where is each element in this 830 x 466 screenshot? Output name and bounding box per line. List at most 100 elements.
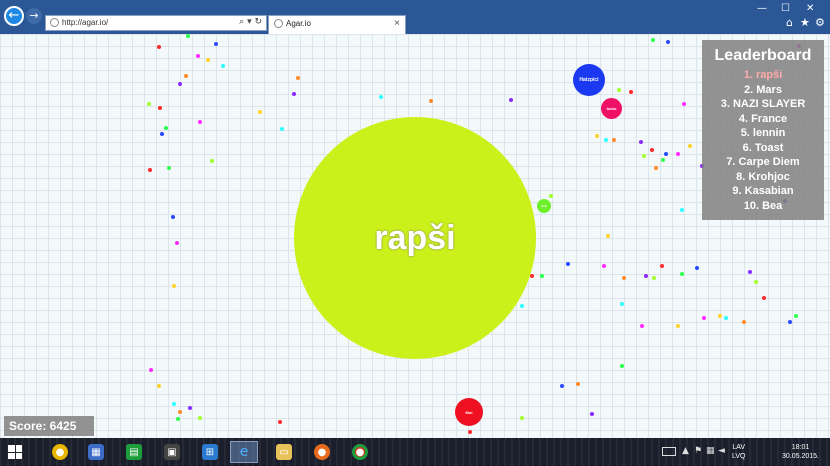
- gear-icon[interactable]: ⚙: [815, 16, 825, 29]
- home-icon[interactable]: ⌂: [786, 16, 793, 29]
- food-pellet: [149, 368, 153, 372]
- leaderboard-entry: 3. NAZI SLAYER: [720, 98, 806, 110]
- player-name: rapši: [374, 218, 456, 257]
- food-pellet: [172, 284, 176, 288]
- food-pellet: [292, 92, 296, 96]
- flag-icon[interactable]: ⚑: [694, 446, 702, 456]
- food-pellet: [680, 272, 684, 276]
- food-pellet: [654, 166, 658, 170]
- taskbar-photos-icon[interactable]: ▦: [82, 441, 110, 463]
- minimize-icon[interactable]: —: [757, 3, 767, 14]
- food-pellet: [604, 138, 608, 142]
- enemy-cell-name: bobo: [606, 106, 617, 111]
- food-pellet: [429, 99, 433, 103]
- taskbar-network-icon[interactable]: ⊞: [196, 441, 224, 463]
- food-pellet: [175, 241, 179, 245]
- tab-close-icon[interactable]: ×: [394, 18, 400, 29]
- leaderboard-entry: 5. lennin: [740, 127, 786, 139]
- new-tab-button[interactable]: [407, 15, 423, 34]
- food-pellet: [602, 264, 606, 268]
- tab-title: Agar.io: [286, 19, 311, 28]
- food-pellet: [724, 316, 728, 320]
- game-canvas[interactable]: rapši Hatzpici bobo Moi nazi Leaderboard…: [0, 34, 830, 438]
- food-pellet: [661, 158, 665, 162]
- food-pellet: [748, 270, 752, 274]
- taskbar-chrome-icon[interactable]: ●: [346, 441, 374, 463]
- maximize-icon[interactable]: ☐: [781, 3, 790, 14]
- food-pellet: [702, 316, 706, 320]
- leaderboard-entry: 8. Krohjoc: [736, 170, 790, 183]
- windows-start-icon[interactable]: [8, 445, 22, 459]
- leaderboard-entry: 9. Kasabian: [732, 185, 794, 197]
- address-text: http://agar.io/: [62, 18, 109, 27]
- close-icon[interactable]: ✕: [806, 3, 814, 14]
- taskbar-file-explorer-icon[interactable]: ▭: [270, 441, 298, 463]
- food-pellet: [468, 430, 472, 434]
- food-pellet: [566, 262, 570, 266]
- food-pellet: [520, 416, 524, 420]
- clock[interactable]: 18:01 30.05.2015.: [782, 443, 819, 461]
- back-button[interactable]: ←: [4, 6, 24, 26]
- food-pellet: [278, 420, 282, 424]
- food-pellet: [754, 280, 758, 284]
- food-pellet: [617, 88, 621, 92]
- food-pellet: [147, 102, 151, 106]
- food-pellet: [794, 314, 798, 318]
- food-pellet: [178, 82, 182, 86]
- player-cell: rapši: [294, 117, 536, 359]
- enemy-cell-name: Moi: [465, 409, 473, 415]
- browser-chrome: ← → http://agar.io/ ⌕ ▾ ↻ Agar.io × — ☐ …: [0, 0, 830, 34]
- tray-arrow-icon[interactable]: ▲: [682, 446, 689, 456]
- food-pellet: [210, 159, 214, 163]
- food-pellet: [509, 98, 513, 102]
- food-pellet: [676, 324, 680, 328]
- food-pellet: [530, 274, 534, 278]
- leaderboard-entry: 6. Toast: [742, 141, 784, 154]
- food-pellet: [695, 266, 699, 270]
- food-pellet: [520, 304, 524, 308]
- food-pellet: [718, 314, 722, 318]
- food-pellet: [742, 320, 746, 324]
- tab-favicon-icon: [274, 19, 283, 28]
- leaderboard-title: Leaderboard: [714, 47, 812, 64]
- food-pellet: [172, 402, 176, 406]
- taskbar-chrome-canary-icon[interactable]: ●: [46, 441, 74, 463]
- food-pellet: [651, 38, 655, 42]
- food-pellet: [652, 276, 656, 280]
- food-pellet: [157, 45, 161, 49]
- food-pellet: [666, 40, 670, 44]
- leaderboard-entry: 10. Bea: [743, 199, 783, 212]
- forward-button[interactable]: →: [26, 8, 42, 24]
- food-pellet: [788, 320, 792, 324]
- search-refresh-icons[interactable]: ⌕ ▾ ↻: [239, 17, 262, 27]
- food-pellet: [576, 382, 580, 386]
- food-pellet: [622, 276, 626, 280]
- score-display: Score: 6425: [4, 416, 94, 436]
- food-pellet: [167, 166, 171, 170]
- food-pellet: [198, 120, 202, 124]
- clock-date: 30.05.2015.: [782, 453, 819, 460]
- food-pellet: [595, 134, 599, 138]
- food-pellet: [540, 274, 544, 278]
- tab-agario[interactable]: Agar.io ×: [268, 15, 406, 34]
- taskbar-internet-explorer-icon[interactable]: e: [230, 441, 258, 463]
- site-favicon-icon: [50, 18, 59, 27]
- leaderboard-entry: 1. rapši: [743, 69, 783, 81]
- enemy-cell: Moi: [455, 398, 483, 426]
- food-pellet: [206, 58, 210, 62]
- input-language[interactable]: LAV LVQ: [732, 443, 746, 461]
- network-icon[interactable]: ▦: [706, 446, 715, 456]
- taskbar-app-icon[interactable]: ▣: [158, 441, 186, 463]
- taskbar-firefox-icon[interactable]: ●: [308, 441, 336, 463]
- address-bar[interactable]: http://agar.io/ ⌕ ▾ ↻: [45, 15, 267, 31]
- food-pellet: [590, 412, 594, 416]
- food-pellet: [171, 215, 175, 219]
- enemy-cell-name: nazi: [541, 204, 547, 208]
- volume-icon[interactable]: ◄: [718, 446, 725, 456]
- taskbar-store-icon[interactable]: ▤: [120, 441, 148, 463]
- favorites-star-icon[interactable]: ★: [800, 16, 810, 29]
- food-pellet: [640, 324, 644, 328]
- touch-keyboard-icon[interactable]: [662, 447, 676, 456]
- food-pellet: [176, 417, 180, 421]
- leaderboard-entry: 4. France: [738, 112, 788, 125]
